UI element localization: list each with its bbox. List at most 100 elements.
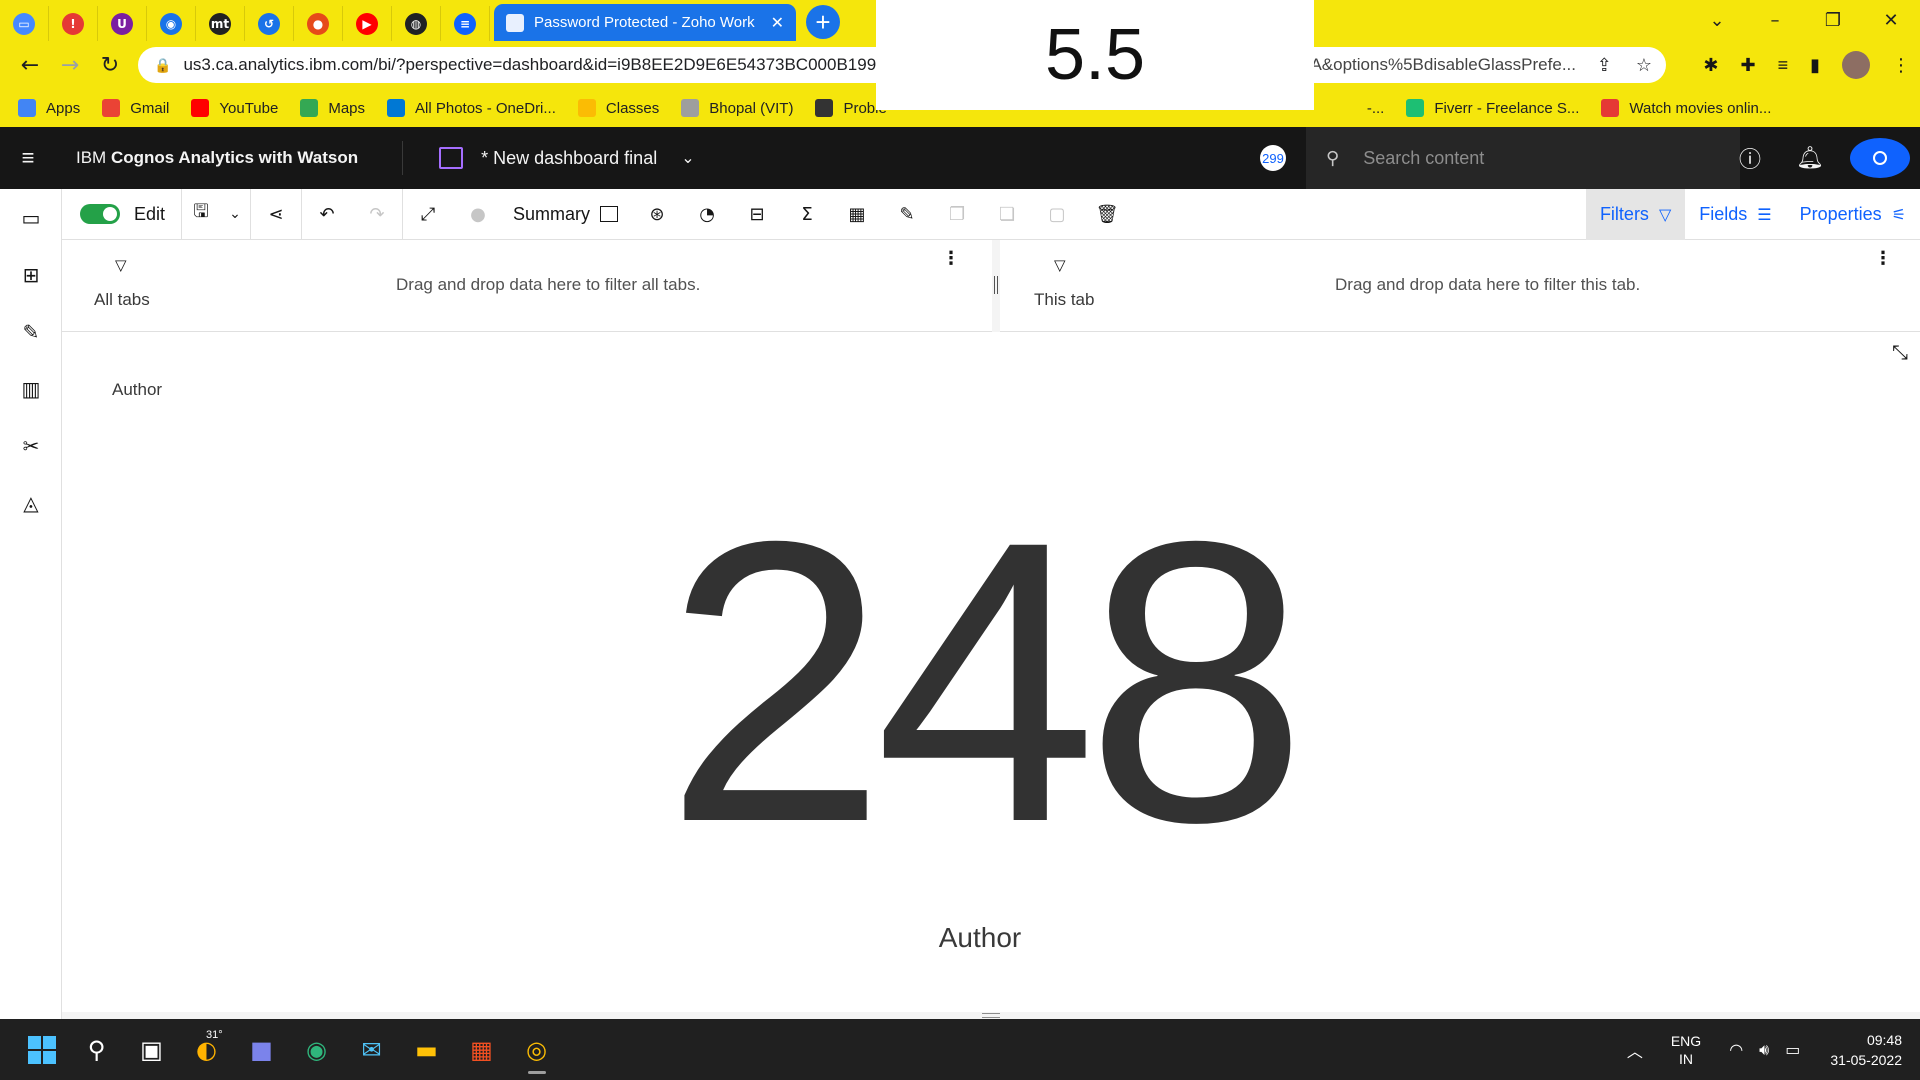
- pinned-tab[interactable]: ≡: [441, 6, 490, 41]
- pinned-tab[interactable]: U: [98, 6, 147, 41]
- extensions-puzzle-icon[interactable]: ✚: [1740, 55, 1755, 76]
- table-icon[interactable]: ▦: [832, 189, 882, 240]
- pinned-tab[interactable]: ◉: [147, 6, 196, 41]
- new-tab-button[interactable]: +: [806, 5, 840, 39]
- minimize-button[interactable]: –: [1746, 10, 1804, 31]
- profile-avatar[interactable]: [1842, 51, 1870, 79]
- undo-icon[interactable]: ↶: [302, 189, 352, 240]
- chevron-up-icon[interactable]: ︿: [1627, 1038, 1643, 1062]
- battery-icon[interactable]: ▭: [1785, 1040, 1800, 1059]
- bookmark-item[interactable]: Apps: [18, 99, 80, 117]
- overflow-menu-icon[interactable]: ⋮: [942, 248, 960, 269]
- share-icon[interactable]: ⇪: [1597, 55, 1612, 76]
- collapse-icon[interactable]: ⤡: [1892, 340, 1908, 364]
- sum-icon[interactable]: Σ: [782, 189, 832, 240]
- reload-button[interactable]: ↻: [90, 53, 130, 78]
- filter-pane-divider[interactable]: [992, 240, 1000, 332]
- pinned-tab[interactable]: mt: [196, 6, 245, 41]
- search-input[interactable]: ⚲ Search content: [1306, 127, 1740, 189]
- save-icon[interactable]: 🖫: [182, 189, 220, 240]
- properties-tab[interactable]: Properties ⚟: [1786, 189, 1920, 240]
- kpi-value[interactable]: 248: [62, 482, 1898, 882]
- chrome-icon[interactable]: ◎: [509, 1019, 564, 1080]
- task-view-icon[interactable]: ▣: [124, 1019, 179, 1080]
- back-button[interactable]: ←: [10, 53, 50, 78]
- notification-bell-icon[interactable]: 🔔︎: [1780, 145, 1840, 171]
- close-tab-icon[interactable]: ✕: [771, 13, 784, 33]
- expand-icon[interactable]: ⤢: [403, 189, 453, 240]
- chevron-down-icon[interactable]: ⌄: [681, 148, 694, 168]
- bookmark-item[interactable]: Watch movies onlin...: [1601, 99, 1771, 117]
- resize-grip-icon: [982, 1013, 1000, 1018]
- bookmark-item[interactable]: Gmail: [102, 99, 169, 117]
- restore-button[interactable]: ❐: [1804, 10, 1862, 31]
- all-tabs-filter-pane[interactable]: ▽ All tabs Drag and drop data here to fi…: [62, 240, 992, 332]
- widgets-icon[interactable]: ✂: [0, 417, 62, 474]
- visualizations-icon[interactable]: ▥: [0, 360, 62, 417]
- extension-bug-icon[interactable]: ✱: [1703, 55, 1718, 76]
- pinned-tab[interactable]: ▶: [343, 6, 392, 41]
- tab-search-icon[interactable]: ⌄: [1688, 10, 1746, 31]
- help-icon[interactable]: ⓘ: [1720, 142, 1780, 174]
- bookmark-star-icon[interactable]: ☆: [1636, 55, 1652, 76]
- user-avatar-button[interactable]: [1850, 138, 1910, 178]
- all-tabs-drop-hint: Drag and drop data here to filter all ta…: [396, 275, 701, 294]
- close-window-button[interactable]: ✕: [1862, 10, 1920, 31]
- pin-icon[interactable]: ✎: [0, 303, 62, 360]
- file-explorer-icon[interactable]: ▬: [399, 1019, 454, 1080]
- bookmark-item[interactable]: Classes: [577, 99, 659, 117]
- forward-button[interactable]: →: [50, 53, 90, 78]
- paste-icon[interactable]: ❏: [982, 189, 1032, 240]
- search-icon[interactable]: ⚲: [69, 1019, 124, 1080]
- duplicate-icon[interactable]: ▢: [1032, 189, 1082, 240]
- wifi-icon[interactable]: ◠: [1729, 1040, 1743, 1059]
- focus-icon[interactable]: ⊛: [632, 189, 682, 240]
- side-panel-icon[interactable]: ▮: [1810, 55, 1820, 76]
- bookmark-item[interactable]: YouTube: [191, 99, 278, 117]
- summary-button[interactable]: Summary: [513, 204, 619, 225]
- notification-count-badge[interactable]: 299: [1260, 145, 1286, 171]
- pinned-tab[interactable]: ▭: [0, 6, 49, 41]
- hamburger-menu-icon[interactable]: ≡: [0, 145, 56, 171]
- filters-tab[interactable]: Filters ▽: [1585, 189, 1686, 240]
- start-button[interactable]: [14, 1019, 69, 1080]
- this-tab-filter-pane[interactable]: ▽ This tab Drag and drop data here to fi…: [1000, 240, 1920, 332]
- lock-icon[interactable]: 🔒: [154, 57, 171, 74]
- pinned-tab[interactable]: !: [49, 6, 98, 41]
- comment-icon[interactable]: ▭: [0, 189, 62, 246]
- redo-icon[interactable]: ↷: [352, 189, 402, 240]
- bookmark-item[interactable]: -...: [1338, 99, 1384, 117]
- mail-icon[interactable]: ✉: [344, 1019, 399, 1080]
- bookmark-item[interactable]: Fiverr - Freelance S...: [1406, 99, 1579, 117]
- delete-icon[interactable]: 🗑︎: [1082, 189, 1132, 240]
- dashboard-title[interactable]: * New dashboard final: [481, 148, 657, 169]
- canvas-resize-bar[interactable]: [62, 1012, 1920, 1019]
- share-icon[interactable]: ⋖: [251, 189, 301, 240]
- pinned-tab[interactable]: ↺: [245, 6, 294, 41]
- fields-tab[interactable]: Fields ☰: [1685, 189, 1785, 240]
- clock[interactable]: 09:48 31-05-2022: [1830, 1030, 1902, 1070]
- assistant-icon[interactable]: ◬: [0, 474, 62, 531]
- bookmark-item[interactable]: All Photos - OneDri...: [387, 99, 556, 117]
- language-indicator[interactable]: ENG IN: [1671, 1032, 1701, 1068]
- data-sources-icon[interactable]: ⊞: [0, 246, 62, 303]
- volume-icon[interactable]: 🔊︎: [1759, 1040, 1769, 1060]
- navigate-icon[interactable]: ●: [453, 189, 503, 240]
- calculation-icon[interactable]: ⊟: [732, 189, 782, 240]
- edge-icon[interactable]: ◉: [289, 1019, 344, 1080]
- store-icon[interactable]: ▦: [454, 1019, 509, 1080]
- pin-toolbar-icon[interactable]: ✎: [882, 189, 932, 240]
- bookmark-item[interactable]: Maps: [300, 99, 365, 117]
- copy-icon[interactable]: ❐: [932, 189, 982, 240]
- chrome-menu-icon[interactable]: ⋮: [1892, 55, 1910, 76]
- edit-toggle[interactable]: [80, 204, 120, 224]
- bookmark-item[interactable]: Bhopal (VIT): [681, 99, 793, 117]
- active-browser-tab[interactable]: Password Protected - Zoho Work ✕: [494, 4, 796, 41]
- media-control-icon[interactable]: ≡: [1778, 55, 1789, 76]
- pinned-tab[interactable]: ◍: [392, 6, 441, 41]
- save-menu-chevron-icon[interactable]: ⌄: [220, 189, 250, 240]
- pinned-tab[interactable]: ●: [294, 6, 343, 41]
- timer-icon[interactable]: ◔: [682, 189, 732, 240]
- chat-icon[interactable]: ■: [234, 1019, 289, 1080]
- overflow-menu-icon[interactable]: ⋮: [1874, 248, 1892, 269]
